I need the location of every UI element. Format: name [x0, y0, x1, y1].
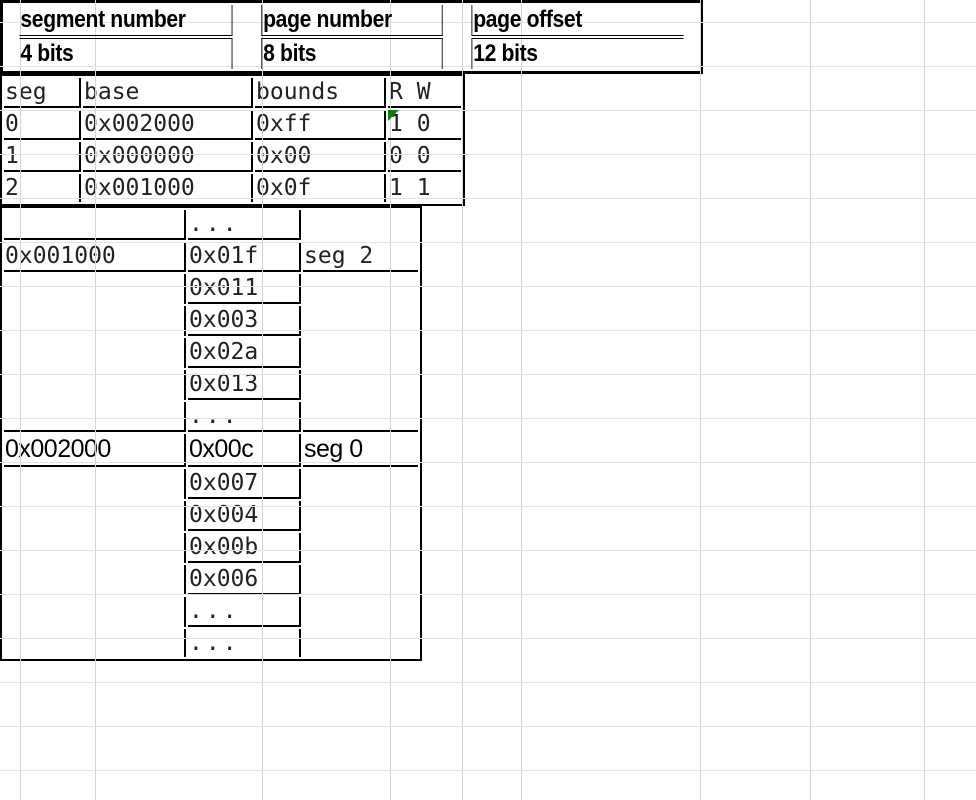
- grid-column-line: [700, 0, 701, 800]
- grid-row-line: [0, 110, 976, 111]
- grid-row-line: [0, 506, 976, 507]
- comment-indicator-icon: [388, 110, 399, 121]
- grid-column-line: [262, 0, 263, 800]
- segment-row-0-rw-cell: 1 0: [388, 110, 461, 140]
- grid-row-line: [0, 154, 976, 155]
- grid-column-line: [20, 0, 21, 800]
- grid-row-line: [0, 682, 976, 683]
- address-field-page-number: page number: [261, 5, 443, 36]
- grid-row-line: [0, 594, 976, 595]
- address-width-page-offset: 12 bits: [471, 38, 684, 69]
- grid-row-line: [0, 638, 976, 639]
- spreadsheet-grid: [0, 0, 976, 800]
- grid-row-line: [0, 242, 976, 243]
- grid-row-line: [0, 374, 976, 375]
- grid-column-line: [924, 0, 925, 800]
- grid-column-line: [95, 0, 96, 800]
- grid-row-line: [0, 770, 976, 771]
- grid-column-line: [521, 0, 522, 800]
- grid-row-line: [0, 198, 976, 199]
- grid-row-line: [0, 418, 976, 419]
- address-format-field-row: segment number page number page offset: [5, 5, 698, 36]
- address-field-segment-number: segment number: [19, 5, 233, 36]
- address-format-width-row: 4 bits 8 bits 12 bits: [5, 38, 698, 69]
- address-width-page-number: 8 bits: [261, 38, 443, 69]
- grid-row-line: [0, 330, 976, 331]
- grid-row-line: [0, 726, 976, 727]
- address-width-segment-number: 4 bits: [19, 38, 233, 69]
- grid-row-line: [0, 462, 976, 463]
- grid-row-line: [0, 550, 976, 551]
- grid-column-line: [810, 0, 811, 800]
- grid-column-line: [462, 0, 463, 800]
- grid-row-line: [0, 286, 976, 287]
- address-field-page-offset: page offset: [471, 5, 684, 36]
